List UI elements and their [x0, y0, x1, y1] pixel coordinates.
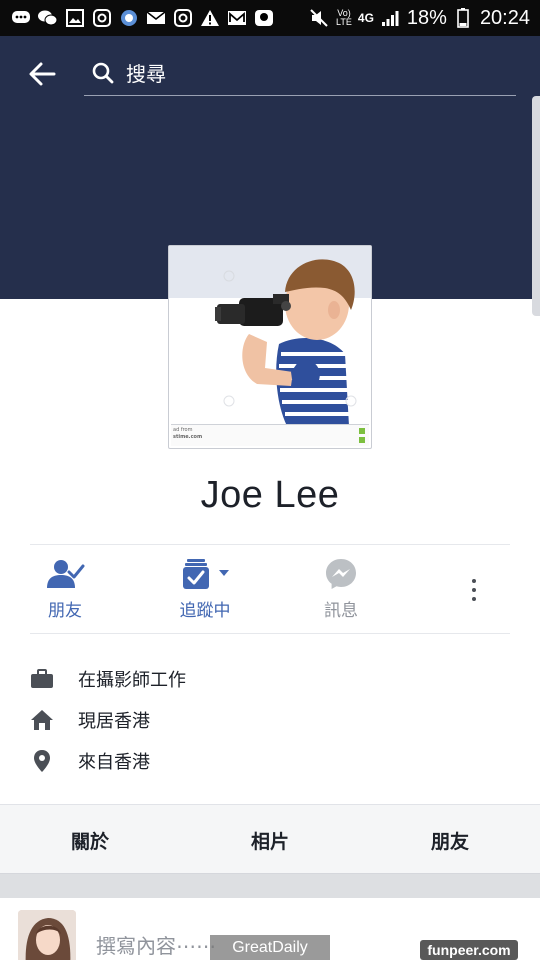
- following-label: 追蹤中: [179, 601, 231, 621]
- divider: [30, 633, 510, 634]
- message-label: 訊息: [324, 601, 358, 621]
- back-button[interactable]: [26, 58, 58, 90]
- tab-about[interactable]: 關於: [20, 805, 160, 875]
- battery-icon: [453, 8, 474, 28]
- work-text: 在攝影師工作: [78, 670, 186, 691]
- baby-icon: [253, 9, 274, 28]
- profile-screen: Vo) LTE 4G 18% 20:24 搜尋 ad from stime.co…: [0, 0, 540, 960]
- watermark-site: stime.com: [173, 434, 203, 440]
- search-icon: [90, 60, 116, 86]
- funpeer-watermark: funpeer.com: [420, 940, 518, 960]
- watermark-text: ad from: [173, 427, 193, 433]
- home-icon: [28, 706, 56, 734]
- wechat-icon: [37, 9, 58, 28]
- briefcase-icon: [28, 665, 56, 693]
- divider: [30, 544, 510, 545]
- avatar: [18, 910, 76, 960]
- composer-placeholder: 撰寫內容⋯⋯: [96, 934, 216, 958]
- instagram-icon: [172, 9, 193, 28]
- messenger-icon: [319, 556, 363, 592]
- more-dot-icon: [472, 597, 476, 601]
- profile-picture[interactable]: ad from stime.com: [168, 245, 372, 449]
- more-dot-icon: [472, 579, 476, 583]
- mute-icon: [309, 9, 330, 28]
- watermark-check-icon: [359, 428, 365, 434]
- chat-icon: [10, 9, 31, 28]
- signal-icon: [380, 9, 401, 28]
- cover-edge: [532, 96, 540, 316]
- photo-watermark-strip: ad from stime.com: [171, 424, 369, 446]
- section-separator: [0, 874, 540, 898]
- watermark-check-icon: [359, 437, 365, 443]
- notification-icons: [10, 9, 274, 28]
- info-lives-in[interactable]: 現居香港: [28, 705, 150, 735]
- friends-label: 朋友: [48, 601, 82, 621]
- info-work[interactable]: 在攝影師工作: [28, 664, 186, 694]
- status-bar: Vo) LTE 4G 18% 20:24: [0, 0, 540, 36]
- boy-with-binoculars-image: [215, 259, 357, 426]
- tab-photos[interactable]: 相片: [200, 805, 340, 875]
- following-button[interactable]: 追蹤中: [150, 556, 260, 626]
- clock: 20:24: [479, 6, 530, 29]
- greatdaily-watermark: GreatDaily: [210, 935, 330, 960]
- from-text: 來自香港: [78, 752, 150, 773]
- search-bar[interactable]: 搜尋: [84, 50, 516, 96]
- volte-indicator: Vo) LTE: [336, 8, 352, 27]
- battery-percent: 18%: [406, 6, 447, 29]
- instagram-icon: [91, 9, 112, 28]
- profile-tabs: 關於 相片 朋友: [0, 804, 540, 874]
- warning-icon: [199, 9, 220, 28]
- system-icons: Vo) LTE 4G 18% 20:24: [309, 7, 530, 30]
- gallery-icon: [64, 9, 85, 28]
- location-pin-icon: [28, 747, 56, 775]
- network-type: 4G: [357, 10, 374, 25]
- friends-button[interactable]: 朋友: [10, 556, 120, 626]
- message-button[interactable]: 訊息: [286, 556, 396, 626]
- search-placeholder: 搜尋: [126, 62, 166, 86]
- arrow-left-icon: [29, 62, 56, 86]
- more-dot-icon: [472, 588, 476, 592]
- mail-icon: [145, 9, 166, 28]
- following-icon: [175, 556, 235, 592]
- email-icon: [226, 9, 247, 28]
- profile-name: Joe Lee: [200, 474, 340, 516]
- friend-check-icon: [43, 556, 87, 592]
- browser-icon: [118, 9, 139, 28]
- info-from[interactable]: 來自香港: [28, 746, 150, 776]
- tab-friends[interactable]: 朋友: [380, 805, 520, 875]
- lives-in-text: 現居香港: [78, 711, 150, 732]
- more-options-button[interactable]: [462, 572, 486, 608]
